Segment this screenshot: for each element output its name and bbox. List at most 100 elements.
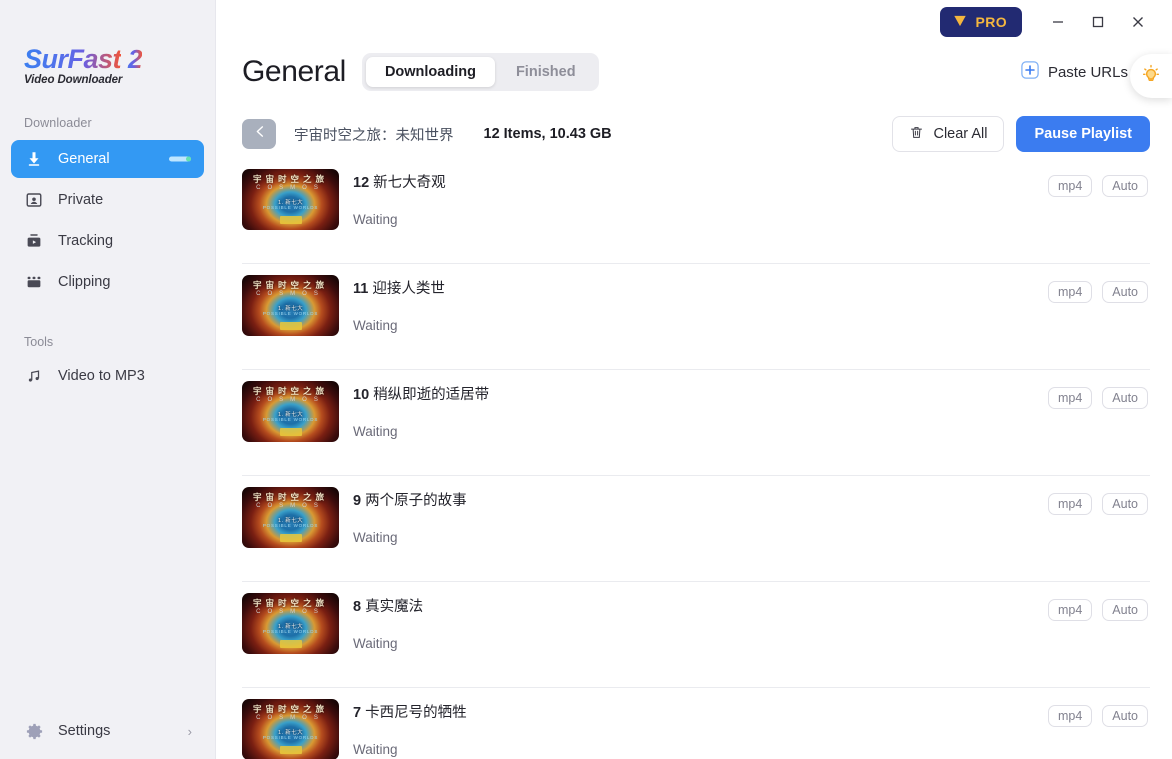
- pro-upgrade-button[interactable]: PRO: [940, 7, 1022, 37]
- sidebar-item-tracking[interactable]: Tracking: [11, 222, 204, 260]
- sidebar-item-settings[interactable]: Settings ›: [0, 703, 216, 759]
- thumbnail-title-cn: 宇宙时空之旅: [252, 386, 328, 396]
- chevron-right-icon: ›: [187, 723, 192, 739]
- thumbnail-title-cn: 宇宙时空之旅: [252, 492, 328, 502]
- thumbnail-subtitle-en: POSSIBLE WORLDS: [262, 629, 319, 634]
- tab-downloading[interactable]: Downloading: [365, 57, 495, 87]
- quality-badge[interactable]: Auto: [1102, 175, 1148, 197]
- sidebar-nav: General Private Tracking Clipping: [0, 140, 215, 301]
- download-arrow-icon: [24, 149, 44, 169]
- thumbnail-title-en: COSMOS: [256, 715, 325, 721]
- row-meta: 7 卡西尼号的牺牲 Waiting: [353, 699, 1048, 757]
- back-button[interactable]: [242, 119, 276, 149]
- format-badge[interactable]: mp4: [1047, 387, 1093, 409]
- person-card-icon: [24, 190, 44, 210]
- close-button[interactable]: [1118, 5, 1158, 39]
- row-status: Waiting: [353, 742, 398, 757]
- thumbnail-subtitle-en: POSSIBLE WORLDS: [262, 311, 319, 316]
- format-badge[interactable]: mp4: [1047, 175, 1093, 197]
- paste-urls-button[interactable]: Paste URLs: [1021, 60, 1128, 84]
- quality-badge[interactable]: Auto: [1102, 493, 1148, 515]
- thumbnail-title-cn: 宇宙时空之旅: [252, 598, 328, 608]
- format-badge[interactable]: mp4: [1047, 599, 1093, 621]
- natgeo-logo-icon: [279, 428, 302, 436]
- minimize-button[interactable]: [1038, 5, 1078, 39]
- playlist-summary: 12 Items, 10.43 GB: [483, 126, 612, 142]
- tab-group: Downloading Finished: [361, 53, 599, 91]
- quality-badge[interactable]: Auto: [1102, 705, 1148, 727]
- sidebar-item-general[interactable]: General: [11, 140, 204, 178]
- row-title-text: 卡西尼号的牺牲: [365, 705, 467, 721]
- quality-badge[interactable]: Auto: [1102, 281, 1148, 303]
- tab-finished[interactable]: Finished: [497, 57, 595, 87]
- gear-icon: [24, 721, 44, 741]
- format-badge[interactable]: mp4: [1047, 281, 1093, 303]
- page-header: General Downloading Finished Paste URLs: [216, 44, 1172, 96]
- row-title-text: 稍纵即逝的适居带: [373, 387, 490, 403]
- row-title-text: 真实魔法: [365, 599, 424, 615]
- thumbnail-subtitle-en: POSSIBLE WORLDS: [262, 523, 319, 528]
- window-titlebar: PRO: [216, 0, 1172, 44]
- pro-label: PRO: [975, 14, 1007, 30]
- main-content: PRO General Downloading Finished Paste U…: [216, 0, 1172, 759]
- table-row-12[interactable]: 宇宙时空之旅 COSMOS 1. 新七大 POSSIBLE WORLDS 12 …: [242, 158, 1150, 264]
- video-thumbnail: 宇宙时空之旅 COSMOS 1. 新七大 POSSIBLE WORLDS: [242, 593, 339, 654]
- row-badges: mp4 Auto: [1047, 275, 1148, 303]
- tips-lightbulb-button[interactable]: [1130, 54, 1172, 98]
- clear-all-label: Clear All: [933, 126, 988, 142]
- row-index: 11: [353, 281, 369, 297]
- playlist-title: 宇宙时空之旅：未知世界: [294, 127, 454, 144]
- video-thumbnail: 宇宙时空之旅 COSMOS 1. 新七大 POSSIBLE WORLDS: [242, 699, 339, 759]
- table-row-11[interactable]: 宇宙时空之旅 COSMOS 1. 新七大 POSSIBLE WORLDS 11 …: [242, 264, 1150, 370]
- thumbnail-title-en: COSMOS: [256, 185, 325, 191]
- row-status: Waiting: [353, 530, 398, 545]
- quality-badge[interactable]: Auto: [1102, 387, 1148, 409]
- row-index: 8: [353, 599, 362, 615]
- row-title: 10 稍纵即逝的适居带: [353, 383, 1048, 404]
- table-row-7[interactable]: 宇宙时空之旅 COSMOS 1. 新七大 POSSIBLE WORLDS 7 卡…: [242, 688, 1150, 759]
- arrow-left-icon: [251, 123, 268, 145]
- sidebar-item-label-clipping: Clipping: [58, 274, 111, 290]
- general-progress-indicator: [169, 156, 191, 162]
- row-title: 11 迎接人类世: [353, 277, 1048, 298]
- thumbnail-subtitle-en: POSSIBLE WORLDS: [262, 417, 319, 422]
- sidebar: SurFast 2 Video Downloader Downloader Gen…: [0, 0, 216, 759]
- video-thumbnail: 宇宙时空之旅 COSMOS 1. 新七大 POSSIBLE WORLDS: [242, 169, 339, 230]
- row-status: Waiting: [353, 636, 398, 651]
- diamond-icon: [952, 14, 968, 31]
- row-badges: mp4 Auto: [1047, 169, 1148, 197]
- maximize-button[interactable]: [1078, 5, 1118, 39]
- playlist-toolbar: 宇宙时空之旅：未知世界 12 Items, 10.43 GB Clear All…: [216, 110, 1172, 158]
- row-meta: 10 稍纵即逝的适居带 Waiting: [353, 381, 1048, 439]
- sidebar-item-video-to-mp3[interactable]: Video to MP3: [11, 357, 204, 395]
- table-row-9[interactable]: 宇宙时空之旅 COSMOS 1. 新七大 POSSIBLE WORLDS 9 两…: [242, 476, 1150, 582]
- quality-badge[interactable]: Auto: [1102, 599, 1148, 621]
- thumbnail-title-cn: 宇宙时空之旅: [252, 280, 328, 290]
- sidebar-item-label-private: Private: [58, 192, 104, 208]
- trash-icon: [909, 125, 924, 144]
- thumbnail-title-en: COSMOS: [256, 503, 325, 509]
- format-badge[interactable]: mp4: [1047, 705, 1093, 727]
- logo-version-digit: 2: [121, 46, 142, 72]
- row-index: 10: [353, 387, 370, 403]
- thumbnail-title-en: COSMOS: [256, 291, 325, 297]
- download-list: 宇宙时空之旅 COSMOS 1. 新七大 POSSIBLE WORLDS 12 …: [216, 158, 1172, 759]
- sidebar-item-label-general: General: [58, 151, 110, 167]
- logo-primary-text: SurFast: [24, 44, 122, 74]
- sidebar-section-downloader: Downloader: [24, 116, 92, 130]
- row-title-text: 两个原子的故事: [365, 493, 467, 509]
- row-status: Waiting: [353, 212, 398, 227]
- settings-label: Settings: [58, 723, 111, 739]
- pause-playlist-button[interactable]: Pause Playlist: [1016, 116, 1150, 152]
- table-row-10[interactable]: 宇宙时空之旅 COSMOS 1. 新七大 POSSIBLE WORLDS 10 …: [242, 370, 1150, 476]
- table-row-8[interactable]: 宇宙时空之旅 COSMOS 1. 新七大 POSSIBLE WORLDS 8 真…: [242, 582, 1150, 688]
- format-badge[interactable]: mp4: [1047, 493, 1093, 515]
- thumbnail-title-cn: 宇宙时空之旅: [252, 174, 328, 184]
- row-meta: 11 迎接人类世 Waiting: [353, 275, 1048, 333]
- sidebar-item-private[interactable]: Private: [11, 181, 204, 219]
- sidebar-item-clipping[interactable]: Clipping: [11, 263, 204, 301]
- clear-all-button[interactable]: Clear All: [892, 116, 1005, 152]
- row-title-text: 新七大奇观: [373, 175, 446, 191]
- row-title: 12 新七大奇观: [353, 171, 1048, 192]
- row-index: 12: [353, 175, 370, 191]
